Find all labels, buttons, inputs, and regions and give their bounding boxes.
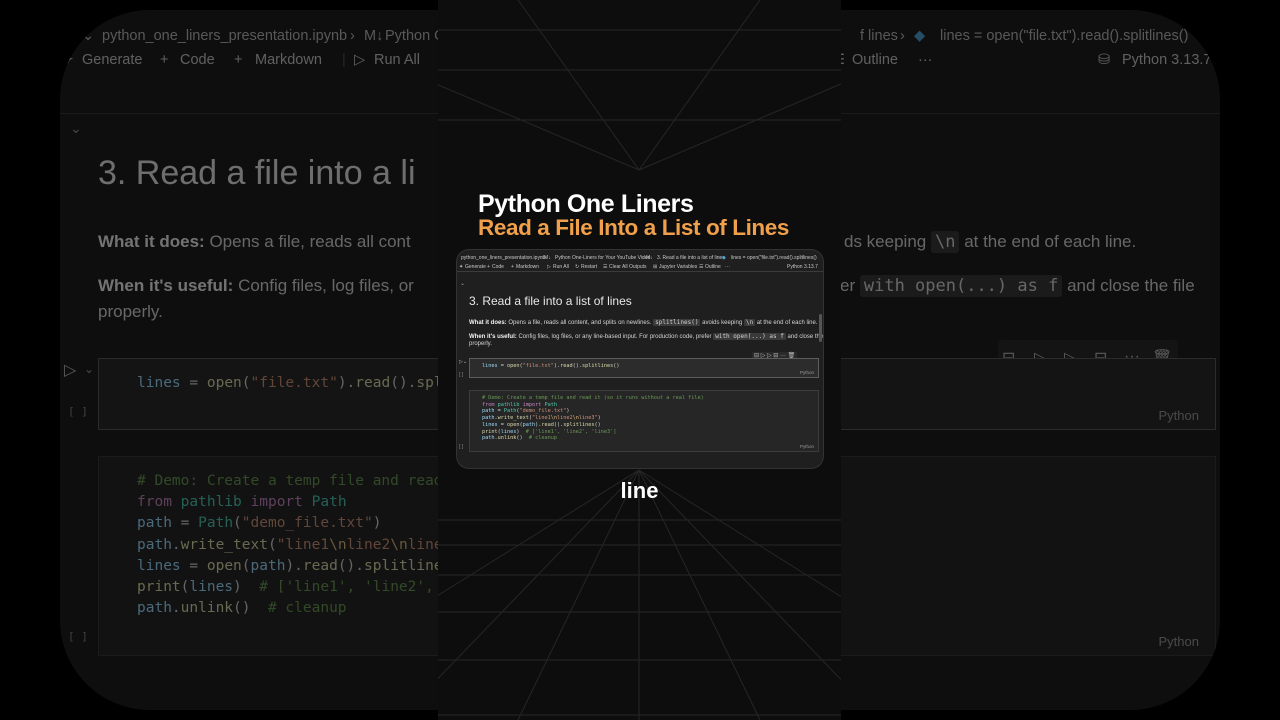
generate-button[interactable]: Generate bbox=[82, 52, 142, 68]
sparkle-icon: ✦ bbox=[459, 264, 464, 270]
restart-icon: ↻ bbox=[575, 264, 580, 270]
mini-when-useful: When it's useful: Config files, log file… bbox=[469, 333, 823, 340]
kernel-selector[interactable]: Python 3.13.7 bbox=[1122, 52, 1212, 68]
chevron-down-icon[interactable]: ⌄ bbox=[84, 362, 94, 376]
outline-icon: ☰ bbox=[699, 264, 704, 270]
run-all-icon: ▷ bbox=[547, 264, 551, 270]
cell-heading: 3. Read a file into a li bbox=[98, 154, 416, 192]
clear-icon: ☰ bbox=[603, 264, 608, 270]
collapse-chevron-icon[interactable]: ⌄ bbox=[70, 120, 82, 137]
editor-screenshot: python_one_liners_presentation.ipynb › M… bbox=[457, 250, 823, 468]
what-it-does-line: What it does: Opens a file, reads all co… bbox=[98, 232, 411, 251]
run-cell-icon[interactable]: ▷⌄ bbox=[459, 359, 467, 365]
breadcrumb-file[interactable]: python_one_liners_presentation.ipynb bbox=[102, 28, 347, 44]
mini-code-cell-demo[interactable]: # Demo: Create a temp file and read it (… bbox=[469, 390, 819, 452]
variables-icon: ⊞ bbox=[653, 264, 658, 270]
plus-icon: + bbox=[160, 52, 169, 68]
when-useful-line: When it's useful: Config files, log file… bbox=[98, 276, 414, 295]
chevron-right-icon: › bbox=[900, 28, 905, 44]
run-cell-icon[interactable]: ▷ bbox=[64, 360, 76, 380]
mini-code-cell-one-liner[interactable]: lines = open("file.txt").read().splitlin… bbox=[469, 358, 819, 378]
mini-what-it-does: What it does: Opens a file, reads all co… bbox=[469, 319, 818, 326]
more-button[interactable]: ··· bbox=[918, 52, 933, 68]
video-frame: Python One Liners Read a File Into a Lis… bbox=[438, 0, 841, 720]
run-all-icon: ▷ bbox=[354, 52, 366, 68]
run-all-button[interactable]: Run All bbox=[374, 52, 420, 68]
chevron-down-icon: ⌄ bbox=[82, 28, 95, 44]
plus-icon: + bbox=[511, 264, 514, 270]
plus-icon: + bbox=[234, 52, 243, 68]
video-subtitle: Read a File Into a List of Lines bbox=[478, 215, 790, 240]
add-code-button[interactable]: Code bbox=[180, 52, 215, 68]
mini-heading: 3. Read a file into a list of lines bbox=[469, 294, 632, 308]
sparkle-icon: ✦ bbox=[62, 52, 75, 68]
plus-icon: + bbox=[487, 264, 490, 270]
collapse-chevron-icon[interactable]: ⌄ bbox=[460, 280, 465, 287]
scrollbar[interactable] bbox=[819, 314, 822, 342]
cell-icon: ◆ bbox=[914, 28, 926, 44]
markdown-icon: M↓ bbox=[364, 28, 384, 44]
breadcrumb-cell[interactable]: lines = open("file.txt").read().splitlin… bbox=[940, 28, 1188, 44]
add-markdown-button[interactable]: Markdown bbox=[255, 52, 322, 68]
video-caption: line bbox=[620, 478, 659, 503]
chevron-right-icon: › bbox=[350, 28, 355, 44]
kernel-icon: ⛁ bbox=[1098, 52, 1111, 68]
breadcrumb-heading[interactable]: f lines bbox=[860, 28, 898, 44]
outline-button[interactable]: Outline bbox=[852, 52, 898, 68]
